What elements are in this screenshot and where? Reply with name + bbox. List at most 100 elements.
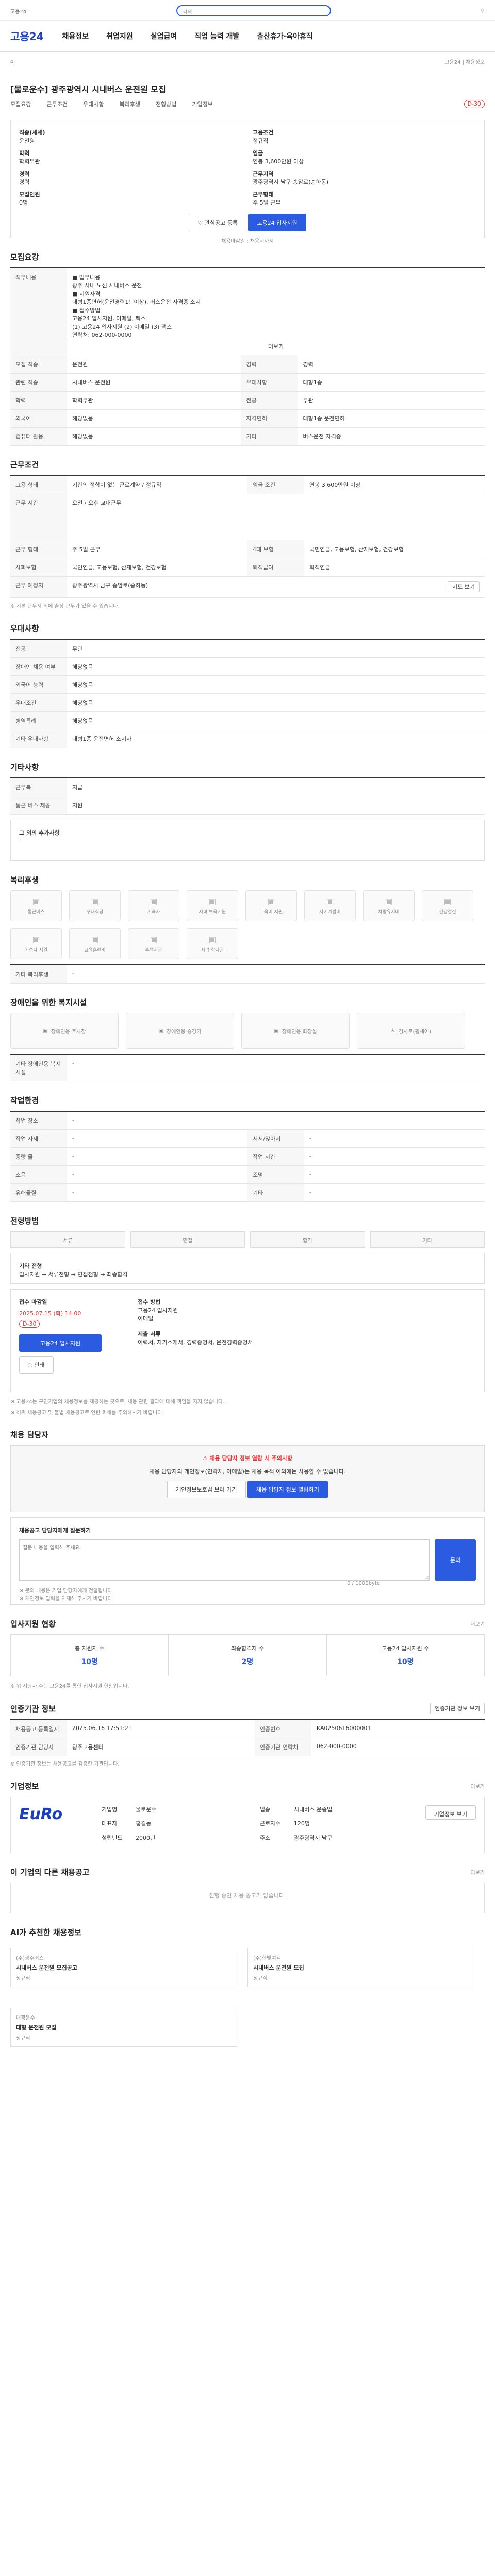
facility-item: ▣ 장애인용 승강기 xyxy=(126,1013,234,1049)
reco-tag: 정규직 xyxy=(16,1976,30,1981)
cell-value: 해당없음 xyxy=(67,657,485,676)
cell-value: - xyxy=(67,965,485,984)
process-etc: 기타 전형 입사지원 → 서류전형 → 면접전형 → 최종합격 xyxy=(10,1253,485,1284)
company-value: 2000년 xyxy=(136,1834,156,1841)
reco-title[interactable]: 시내버스 운전원 모집공고 xyxy=(16,1963,232,1972)
summary-value: 경력 xyxy=(19,179,30,185)
tab-welfare[interactable]: 복리후생 xyxy=(119,100,140,114)
duty-line: (1) 고용24 입사지원 (2) 이메일 (3) 팩스 xyxy=(72,324,172,330)
duty-line: 광주 시내 노선 시내버스 운전 xyxy=(72,282,142,289)
cell-label: 전공 xyxy=(241,391,298,410)
duty-line: ■ 업무내용 xyxy=(72,274,101,281)
dday-badge: D-30 xyxy=(464,100,485,108)
cell-value: 주 5일 근무 xyxy=(67,540,248,558)
section-title-status: 입사지원 현황 xyxy=(10,1619,56,1629)
cell-value: - xyxy=(67,1147,248,1166)
welfare-label: 건강검진 xyxy=(439,910,456,915)
search-icon[interactable]: ⚲ xyxy=(481,8,485,14)
cell-label: 4대 보험 xyxy=(248,540,304,558)
qna-title: 채용공고 담당자에게 질문하기 xyxy=(19,1527,91,1534)
bus-icon: ▣ xyxy=(32,896,40,906)
reco-title[interactable]: 대형 운전원 모집 xyxy=(16,2023,232,2031)
wheelchair-icon: ♿ xyxy=(391,1028,395,1034)
method-label: 접수 방법 xyxy=(138,1299,161,1306)
etc-value: 입사지원 → 서류전형 → 면접전형 → 최종합격 xyxy=(19,1271,128,1278)
facility-label: 장애인용 승강기 xyxy=(166,1029,202,1035)
top-banner: 고용24 검색 ⚲ xyxy=(0,0,495,21)
stat-value: 2명 xyxy=(241,1658,254,1666)
reco-title[interactable]: 시내버스 운전원 모집 xyxy=(253,1963,469,1972)
extra-value: · xyxy=(19,837,21,843)
company-label: 근로자수 xyxy=(259,1820,281,1827)
stat-item: 총 지원자 수 10명 xyxy=(11,1635,169,1676)
search-box[interactable]: 검색 xyxy=(176,5,331,16)
menu-item[interactable]: 실업급여 xyxy=(151,31,177,41)
training-icon: ▣ xyxy=(91,935,99,944)
welfare-icons: ▣ 통근버스 ▣ 구내식당 ▣ 기숙사 ▣ 자녀 보육지원 ▣ 교육비 지원 ▣ 자기계발비… xyxy=(10,890,485,959)
reco-item[interactable]: (주)한빛여객 시내버스 운전원 모집 정규직 xyxy=(248,1948,474,1987)
method-item: 고용24 입사지원 xyxy=(138,1307,178,1314)
welfare-item: ▣ 교육훈련비 xyxy=(69,928,121,959)
welfare-label: 주택자금 xyxy=(145,948,162,953)
closed-more-link[interactable]: 더보기 xyxy=(470,1868,485,1876)
welfare-label: 기숙사 지원 xyxy=(24,948,48,953)
summary-card: 직종(세세) 운전원 학력 학력무관 경력 경력 모집인원 0명 고용조건 정규직 임금 연… xyxy=(10,120,485,244)
cell-label: 고용 형태 xyxy=(10,476,67,494)
tab-preference[interactable]: 우대사항 xyxy=(83,100,104,114)
tab-company[interactable]: 기업정보 xyxy=(192,100,212,114)
more-link[interactable]: 더보기 xyxy=(72,342,480,350)
tab-condition[interactable]: 근무조건 xyxy=(46,100,67,114)
section-title-recruit: 모집요강 xyxy=(10,252,39,262)
duty-line: 대형1종면허(운전경력1년이상), 버스운전 자격증 소지 xyxy=(72,299,201,306)
tab-recruit[interactable]: 모집요강 xyxy=(10,100,31,114)
section-title-condition: 근무조건 xyxy=(10,460,39,469)
print-button[interactable]: ⎙ 인쇄 xyxy=(19,1356,54,1374)
company-more-link[interactable]: 더보기 xyxy=(470,1782,485,1790)
logo[interactable]: 고용24 xyxy=(10,28,44,43)
summary-label: 근무지역 xyxy=(253,171,274,177)
cell-value: 버스운전 자격증 xyxy=(298,427,485,446)
welfare-label: 차량유지비 xyxy=(378,910,400,915)
menu-item[interactable]: 취업지원 xyxy=(106,31,133,41)
status-more-link[interactable]: 더보기 xyxy=(470,1620,485,1628)
contact-view-button[interactable]: 채용 담당자 정보 열람하기 xyxy=(248,1481,328,1498)
reco-item[interactable]: (주)광주버스 시내버스 운전원 모집공고 정규직 xyxy=(10,1948,237,1987)
welfare-item: ▣ 주택자금 xyxy=(128,928,179,959)
cell-label: 중량 물 xyxy=(10,1147,67,1166)
qna-submit-button[interactable]: 문의 xyxy=(435,1539,476,1581)
apply-button-2[interactable]: 고용24 입사지원 xyxy=(19,1334,102,1352)
breadcrumb: 고용24 | 채용정보 xyxy=(444,60,485,65)
cell-label: 우대조건 xyxy=(10,693,67,712)
disabled-icons: ▣ 장애인용 주차장 ▣ 장애인용 승강기 ▣ 장애인용 화장실 ♿ 경사로(휠체어) xyxy=(10,1013,485,1049)
menu-item[interactable]: 직업 능력 개발 xyxy=(194,31,239,41)
info-view-button[interactable]: 인증기관 정보 보기 xyxy=(430,1703,485,1714)
cell-value: 학력무관 xyxy=(67,391,241,410)
qna-input[interactable] xyxy=(19,1539,430,1581)
facility-item: ♿ 경사로(휠체어) xyxy=(357,1013,465,1049)
welfare-label: 교육비 지원 xyxy=(259,910,283,915)
tab-process[interactable]: 전형방법 xyxy=(156,100,176,114)
scrap-label: 관심공고 등록 xyxy=(204,219,238,226)
scrap-button[interactable]: ♡ 관심공고 등록 xyxy=(189,214,246,231)
summary-value: 학력무관 xyxy=(19,158,40,165)
company-box: EuRo 기업명 물로운수 업종 시내버스 운송업 대표자 홍길동 근로자수 120명 설립… xyxy=(10,1797,485,1853)
status-note: ※ 위 지원자 수는 고용24를 통한 입사지원 현황입니다. xyxy=(10,1684,129,1689)
company-view-button[interactable]: 기업정보 보기 xyxy=(425,1805,476,1820)
welfare-item: ▣ 기숙사 xyxy=(128,890,179,921)
welfare-label: 기숙사 xyxy=(147,910,160,915)
cell-label: 기타 xyxy=(241,427,298,446)
apply-button[interactable]: 고용24 입사지원 xyxy=(248,214,306,231)
menu-item[interactable]: 채용정보 xyxy=(62,31,89,41)
welfare-item: ▣ 자녀 보육지원 xyxy=(187,890,238,921)
company-label: 업종 xyxy=(259,1806,271,1813)
reco-item[interactable]: 대광운수 대형 운전원 모집 정규직 xyxy=(10,2008,237,2047)
home-icon[interactable]: ⌂ xyxy=(10,59,13,64)
company-value: 홍길동 xyxy=(136,1820,152,1827)
map-button[interactable]: 지도 보기 xyxy=(448,581,480,592)
cell-label: 인증기관 연락처 xyxy=(254,1738,311,1756)
cell-label: 외국어 xyxy=(10,409,67,428)
company-label: 주소 xyxy=(259,1834,271,1841)
logo-small[interactable]: 고용24 xyxy=(10,7,26,15)
privacy-law-button[interactable]: 개인정보보호법 보러 가기 xyxy=(167,1481,246,1498)
menu-item[interactable]: 출산휴가·육아휴직 xyxy=(257,31,312,41)
